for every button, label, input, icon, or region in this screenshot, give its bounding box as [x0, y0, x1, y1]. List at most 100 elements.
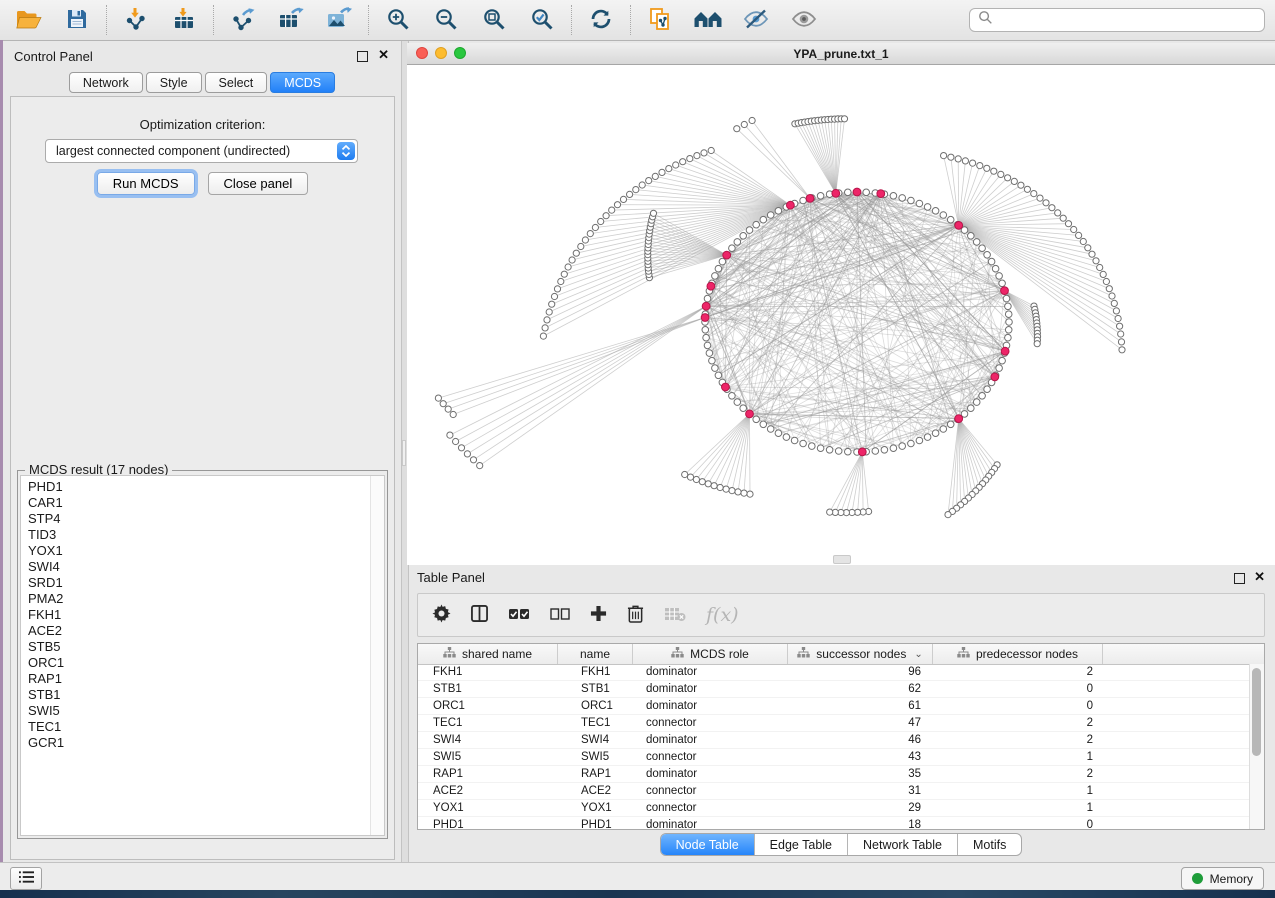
leaf-node[interactable]	[673, 162, 679, 168]
refresh-layout-button[interactable]	[585, 4, 617, 36]
node[interactable]	[775, 208, 782, 215]
column-header-name[interactable]: name	[558, 644, 633, 664]
network-window-titlebar[interactable]: YPA_prune.txt_1	[407, 43, 1275, 65]
node[interactable]	[704, 342, 711, 349]
leaf-node[interactable]	[609, 207, 615, 213]
leaf-node[interactable]	[540, 333, 546, 339]
node[interactable]	[968, 233, 975, 240]
close-window-icon[interactable]	[416, 47, 428, 59]
leaf-node[interactable]	[1071, 226, 1077, 232]
mcds-result-list[interactable]: PHD1CAR1STP4TID3YOX1SWI4SRD1PMA2FKH1ACE2…	[20, 475, 385, 836]
node[interactable]	[924, 204, 931, 211]
leaf-node[interactable]	[948, 154, 954, 160]
leaf-node[interactable]	[614, 202, 620, 208]
export-network-button[interactable]	[227, 4, 259, 36]
list-item[interactable]: STB1	[28, 687, 384, 703]
node[interactable]	[753, 416, 760, 423]
leaf-node[interactable]	[682, 471, 688, 477]
node[interactable]	[817, 445, 824, 452]
dominator-node[interactable]	[858, 448, 866, 456]
node[interactable]	[845, 448, 852, 455]
dominator-node[interactable]	[991, 373, 999, 381]
leaf-node[interactable]	[554, 286, 560, 292]
node[interactable]	[968, 405, 975, 412]
delete-row-button[interactable]	[627, 604, 644, 626]
leaf-node[interactable]	[701, 150, 707, 156]
dominator-node[interactable]	[702, 302, 710, 310]
splitter-grip[interactable]	[402, 440, 406, 466]
list-item[interactable]: STB5	[28, 639, 384, 655]
leaf-node[interactable]	[1119, 347, 1125, 353]
table-scrollbar-thumb[interactable]	[1252, 668, 1261, 756]
table-row[interactable]: SWI5SWI5connector431	[418, 749, 1250, 766]
node[interactable]	[729, 393, 736, 400]
dominator-node[interactable]	[723, 251, 731, 259]
node[interactable]	[1006, 319, 1013, 326]
leaf-node[interactable]	[450, 411, 456, 417]
leaf-node[interactable]	[620, 196, 626, 202]
leaf-node[interactable]	[941, 153, 947, 159]
leaf-node[interactable]	[1031, 191, 1037, 197]
leaf-node[interactable]	[1093, 258, 1099, 264]
leaf-node[interactable]	[650, 210, 656, 216]
table-scrollbar[interactable]	[1249, 664, 1264, 829]
node[interactable]	[908, 440, 915, 447]
leaf-node[interactable]	[470, 457, 476, 463]
leaf-node[interactable]	[708, 147, 714, 153]
node[interactable]	[992, 265, 999, 272]
leaf-node[interactable]	[945, 512, 951, 518]
float-panel-icon[interactable]	[357, 51, 368, 62]
leaf-node[interactable]	[549, 301, 555, 307]
leaf-node[interactable]	[723, 486, 729, 492]
leaf-node[interactable]	[453, 438, 459, 444]
leaf-node[interactable]	[1113, 308, 1119, 314]
leaf-node[interactable]	[977, 163, 983, 169]
node[interactable]	[767, 212, 774, 219]
memory-button[interactable]: Memory	[1181, 867, 1264, 890]
table-row[interactable]: STB1STB1dominator620	[418, 681, 1250, 698]
leaf-node[interactable]	[741, 490, 747, 496]
dominator-node[interactable]	[806, 195, 814, 203]
list-item[interactable]: SWI4	[28, 559, 384, 575]
node[interactable]	[863, 189, 870, 196]
node[interactable]	[760, 216, 767, 223]
dominator-node[interactable]	[832, 189, 840, 197]
node[interactable]	[979, 393, 986, 400]
node[interactable]	[973, 399, 980, 406]
node[interactable]	[704, 295, 711, 302]
node[interactable]	[1005, 327, 1012, 334]
close-panel-button[interactable]: Close panel	[208, 172, 309, 195]
column-header-shared-name[interactable]: shared name	[418, 644, 558, 664]
leaf-node[interactable]	[734, 126, 740, 132]
node[interactable]	[940, 426, 947, 433]
node[interactable]	[1005, 311, 1012, 318]
leaf-node[interactable]	[464, 451, 470, 457]
leaf-node[interactable]	[680, 159, 686, 165]
hide-selected-button[interactable]	[740, 4, 772, 36]
leaf-node[interactable]	[1055, 210, 1061, 216]
dominator-node[interactable]	[746, 410, 754, 418]
leaf-node[interactable]	[991, 168, 997, 174]
leaf-node[interactable]	[666, 166, 672, 172]
leaf-node[interactable]	[729, 488, 735, 494]
leaf-node[interactable]	[1043, 200, 1049, 206]
leaf-node[interactable]	[659, 169, 665, 175]
export-image-button[interactable]	[323, 4, 355, 36]
leaf-node[interactable]	[558, 278, 564, 284]
zoom-in-button[interactable]	[382, 4, 414, 36]
node[interactable]	[734, 399, 741, 406]
node[interactable]	[809, 443, 816, 450]
table-settings-button[interactable]	[432, 604, 451, 626]
zoom-out-button[interactable]	[430, 4, 462, 36]
node[interactable]	[899, 443, 906, 450]
node[interactable]	[908, 197, 915, 204]
leaf-node[interactable]	[603, 213, 609, 219]
node[interactable]	[800, 197, 807, 204]
dominator-node[interactable]	[877, 190, 885, 198]
leaf-node[interactable]	[1060, 215, 1066, 221]
leaf-node[interactable]	[1076, 232, 1082, 238]
node[interactable]	[760, 421, 767, 428]
list-item[interactable]: TID3	[28, 527, 384, 543]
leaf-node[interactable]	[747, 491, 753, 497]
leaf-node[interactable]	[998, 171, 1004, 177]
